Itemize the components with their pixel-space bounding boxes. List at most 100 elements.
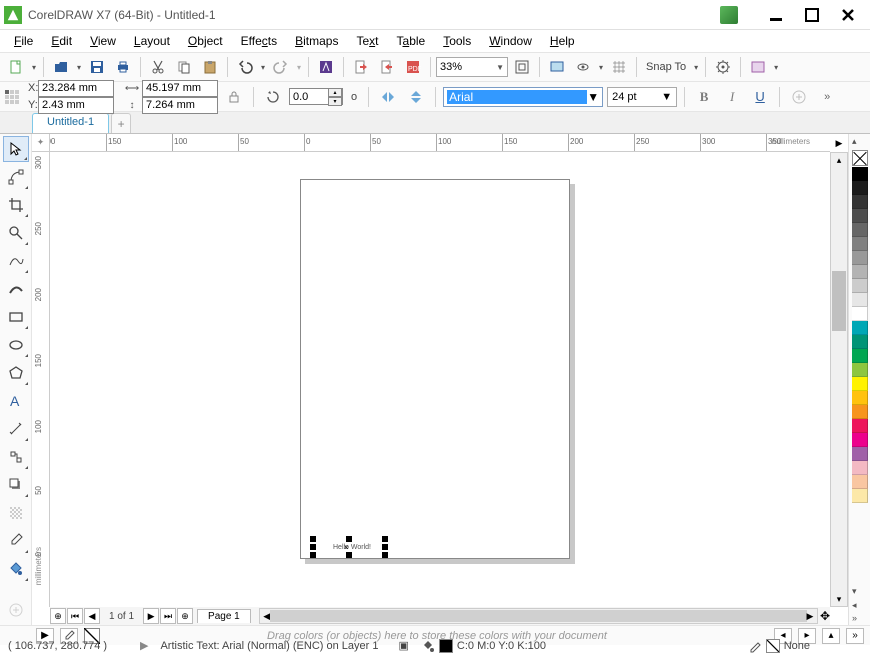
- launcher-dropdown[interactable]: ▾: [772, 63, 780, 72]
- color-swatch[interactable]: [852, 489, 868, 503]
- zoom-fit-button[interactable]: [510, 55, 534, 79]
- font-combo[interactable]: Arial ▼: [443, 87, 603, 107]
- pick-tool[interactable]: [3, 136, 29, 162]
- menu-layout[interactable]: Layout: [126, 32, 178, 50]
- crop-tool[interactable]: [3, 192, 29, 218]
- overflow-button[interactable]: »: [815, 85, 839, 109]
- color-swatch[interactable]: [852, 167, 868, 181]
- menu-file[interactable]: File: [6, 32, 41, 50]
- prev-page-button[interactable]: ◀: [84, 608, 100, 624]
- color-swatch[interactable]: [852, 181, 868, 195]
- print-button[interactable]: [111, 55, 135, 79]
- snapto-dropdown[interactable]: ▾: [692, 63, 700, 72]
- drop-shadow-tool[interactable]: [3, 472, 29, 498]
- rectangle-tool[interactable]: [3, 304, 29, 330]
- color-swatch[interactable]: [852, 461, 868, 475]
- new-dropdown[interactable]: ▾: [30, 63, 38, 72]
- h-input[interactable]: 7.264 mm: [142, 97, 218, 114]
- options-button[interactable]: [711, 55, 735, 79]
- color-swatch[interactable]: [852, 447, 868, 461]
- text-tool[interactable]: A: [3, 388, 29, 414]
- artistic-text-object[interactable]: Hello World!: [333, 542, 371, 551]
- minimize-button[interactable]: [758, 1, 794, 29]
- vscroll-down[interactable]: ▾: [831, 592, 847, 606]
- underline-button[interactable]: U: [748, 85, 772, 109]
- search-content-button[interactable]: [314, 55, 338, 79]
- first-page-button[interactable]: ⏮: [67, 608, 83, 624]
- palette-scroll-up[interactable]: ▴: [852, 136, 857, 147]
- color-swatch[interactable]: [852, 251, 868, 265]
- vscroll-thumb[interactable]: [832, 271, 846, 331]
- connector-tool[interactable]: [3, 444, 29, 470]
- transparency-tool[interactable]: [3, 500, 29, 526]
- mirror-v-button[interactable]: [404, 85, 428, 109]
- page-tab[interactable]: Page 1: [197, 609, 251, 623]
- hscroll-right[interactable]: ▶: [803, 609, 817, 623]
- ellipse-tool[interactable]: [3, 332, 29, 358]
- menu-table[interactable]: Table: [389, 32, 434, 50]
- sel-handle[interactable]: [310, 544, 316, 550]
- color-swatch[interactable]: [852, 377, 868, 391]
- app-launcher-button[interactable]: [746, 55, 770, 79]
- polygon-tool[interactable]: [3, 360, 29, 386]
- rotation-input[interactable]: 0.0▴▾: [289, 88, 343, 105]
- navigator-button[interactable]: ✥: [820, 609, 830, 623]
- undo-dropdown[interactable]: ▾: [259, 63, 267, 72]
- bold-button[interactable]: B: [692, 85, 716, 109]
- import-button[interactable]: [349, 55, 373, 79]
- sel-handle[interactable]: [310, 536, 316, 542]
- next-page-button[interactable]: ▶: [143, 608, 159, 624]
- close-button[interactable]: [830, 1, 866, 29]
- redo-button[interactable]: [269, 55, 293, 79]
- color-swatch[interactable]: [852, 363, 868, 377]
- sel-handle[interactable]: [382, 536, 388, 542]
- menu-tools[interactable]: Tools: [435, 32, 479, 50]
- color-swatch[interactable]: [852, 475, 868, 489]
- color-swatch[interactable]: [852, 419, 868, 433]
- copy-button[interactable]: [172, 55, 196, 79]
- add-button[interactable]: [787, 85, 811, 109]
- redo-dropdown[interactable]: ▾: [295, 63, 303, 72]
- font-size-combo[interactable]: 24 pt ▼: [607, 87, 677, 107]
- hscroll-thumb[interactable]: [270, 610, 807, 622]
- parallel-dim-tool[interactable]: [3, 416, 29, 442]
- viewport[interactable]: Hello World! ×: [50, 152, 830, 607]
- show-rulers-button[interactable]: [571, 55, 595, 79]
- sel-handle[interactable]: [346, 552, 352, 558]
- status-snap-icon[interactable]: ▣: [399, 639, 409, 652]
- horizontal-scrollbar[interactable]: ◀ ▶: [259, 608, 818, 624]
- color-swatch[interactable]: [852, 405, 868, 419]
- doc-tab-active[interactable]: Untitled-1: [32, 113, 109, 133]
- color-swatch[interactable]: [852, 307, 868, 321]
- horizontal-ruler[interactable]: millimeters 2001501005005010015020025030…: [50, 134, 830, 152]
- undo-button[interactable]: [233, 55, 257, 79]
- fullscreen-preview-button[interactable]: [545, 55, 569, 79]
- view-nav-button[interactable]: ▶: [830, 134, 848, 152]
- menu-view[interactable]: View: [82, 32, 124, 50]
- color-swatch[interactable]: [852, 195, 868, 209]
- color-swatch[interactable]: [852, 279, 868, 293]
- sel-handle[interactable]: [310, 552, 316, 558]
- menu-object[interactable]: Object: [180, 32, 231, 50]
- outline-indicator[interactable]: None: [748, 639, 810, 653]
- shape-tool[interactable]: [3, 164, 29, 190]
- save-button[interactable]: [85, 55, 109, 79]
- ruler-origin[interactable]: ✦: [32, 134, 50, 152]
- add-page-after-button[interactable]: ⊕: [177, 608, 193, 624]
- open-dropdown[interactable]: ▾: [75, 63, 83, 72]
- maximize-button[interactable]: [794, 1, 830, 29]
- eyedropper-tool[interactable]: [3, 528, 29, 554]
- fill-indicator[interactable]: C:0 M:0 Y:0 K:100: [421, 639, 546, 653]
- export-button[interactable]: [375, 55, 399, 79]
- preview-dropdown[interactable]: ▾: [597, 63, 605, 72]
- add-page-button[interactable]: ⊕: [50, 608, 66, 624]
- vertical-ruler[interactable]: millimeters 300250200150100500: [32, 152, 50, 607]
- freehand-tool[interactable]: [3, 248, 29, 274]
- quick-customize-button[interactable]: [3, 597, 29, 623]
- palette-overflow[interactable]: »: [852, 613, 857, 623]
- add-doc-tab[interactable]: +: [111, 113, 131, 133]
- sel-handle[interactable]: [346, 536, 352, 542]
- mirror-h-button[interactable]: [376, 85, 400, 109]
- menu-window[interactable]: Window: [481, 32, 540, 50]
- sel-handle[interactable]: [382, 544, 388, 550]
